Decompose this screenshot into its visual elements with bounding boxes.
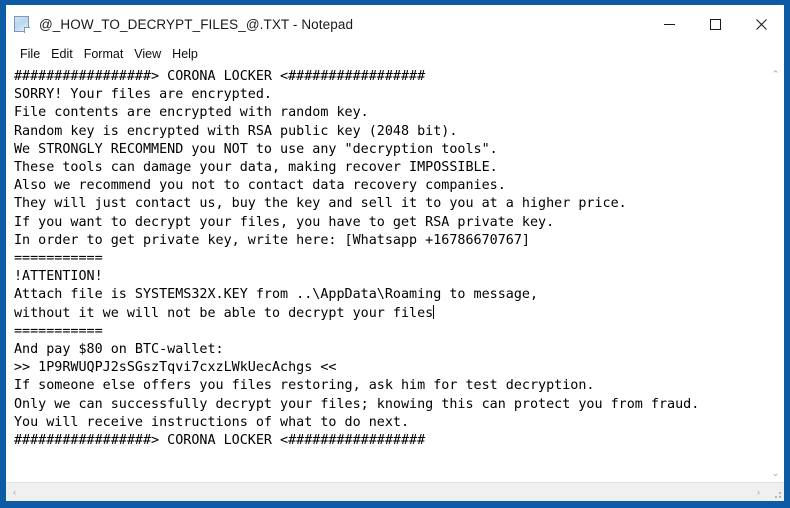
document-line: Also we recommend you not to contact dat… bbox=[14, 178, 506, 194]
document-line: Random key is encrypted with RSA public … bbox=[14, 123, 458, 139]
menu-item-view[interactable]: View bbox=[129, 45, 167, 63]
document-line: If someone else offers you files restori… bbox=[14, 378, 595, 394]
document-line: File contents are encrypted with random … bbox=[14, 105, 369, 121]
document-line: Only we can successfully decrypt your fi… bbox=[14, 396, 700, 412]
text-caret bbox=[433, 304, 435, 319]
scroll-left-arrow[interactable]: ‹ bbox=[6, 484, 23, 501]
editor-row: #################> CORONA LOCKER <######… bbox=[6, 66, 784, 482]
document-line: In order to get private key, write here:… bbox=[14, 232, 530, 248]
document-line: =========== bbox=[14, 323, 103, 339]
document-line: #################> CORONA LOCKER <######… bbox=[14, 433, 426, 449]
menu-item-edit[interactable]: Edit bbox=[46, 45, 79, 63]
horizontal-scrollbar-area: ‹ › bbox=[6, 482, 784, 501]
document-lines: #################> CORONA LOCKER <######… bbox=[14, 68, 766, 450]
maximize-icon bbox=[709, 18, 721, 30]
close-button[interactable] bbox=[738, 5, 784, 43]
notepad-window: @_HOW_TO_DECRYPT_FILES_@.TXT - Notepad F… bbox=[0, 0, 790, 508]
text-editor[interactable]: #################> CORONA LOCKER <######… bbox=[6, 66, 766, 482]
window-title: @_HOW_TO_DECRYPT_FILES_@.TXT - Notepad bbox=[39, 16, 354, 32]
minimize-button[interactable] bbox=[646, 5, 692, 43]
notepad-document-icon bbox=[14, 15, 31, 33]
document-line: We STRONGLY RECOMMEND you NOT to use any… bbox=[14, 141, 498, 157]
vertical-scrollbar[interactable]: ⌃ ⌄ bbox=[766, 66, 784, 482]
document-line: without it we will not be able to decryp… bbox=[14, 304, 435, 321]
document-line: These tools can damage your data, making… bbox=[14, 160, 498, 176]
menu-item-help[interactable]: Help bbox=[167, 45, 204, 63]
document-line: SORRY! Your files are encrypted. bbox=[14, 87, 272, 103]
document-line: You will receive instructions of what to… bbox=[14, 414, 410, 430]
resize-grip[interactable] bbox=[767, 483, 784, 501]
maximize-button[interactable] bbox=[692, 5, 738, 43]
scroll-right-arrow[interactable]: › bbox=[750, 484, 767, 501]
document-line: If you want to decrypt your files, you h… bbox=[14, 214, 555, 230]
window-controls bbox=[646, 5, 784, 43]
document-line: !ATTENTION! bbox=[14, 269, 103, 285]
scroll-up-arrow[interactable]: ⌃ bbox=[767, 66, 784, 83]
client-area: #################> CORONA LOCKER <######… bbox=[6, 65, 784, 501]
scroll-down-arrow[interactable]: ⌄ bbox=[767, 465, 784, 482]
document-line: =========== bbox=[14, 251, 103, 267]
minimize-icon bbox=[663, 23, 675, 25]
menu-item-format[interactable]: Format bbox=[79, 45, 130, 63]
document-line: #################> CORONA LOCKER <######… bbox=[14, 69, 426, 84]
menu-item-file[interactable]: File bbox=[15, 45, 46, 63]
close-icon bbox=[755, 18, 767, 30]
title-bar: @_HOW_TO_DECRYPT_FILES_@.TXT - Notepad bbox=[6, 5, 784, 43]
menu-bar: File Edit Format View Help bbox=[6, 43, 784, 65]
document-line: >> 1P9RWUQPJ2sSGszTqvi7cxzLWkUecAchgs << bbox=[14, 360, 337, 376]
document-line: They will just contact us, buy the key a… bbox=[14, 196, 627, 212]
horizontal-scrollbar[interactable]: ‹ › bbox=[6, 483, 767, 501]
document-line: And pay $80 on BTC-wallet: bbox=[14, 342, 224, 358]
document-line: Attach file is SYSTEMS32X.KEY from ..\Ap… bbox=[14, 287, 539, 303]
title-bar-left: @_HOW_TO_DECRYPT_FILES_@.TXT - Notepad bbox=[6, 5, 353, 43]
